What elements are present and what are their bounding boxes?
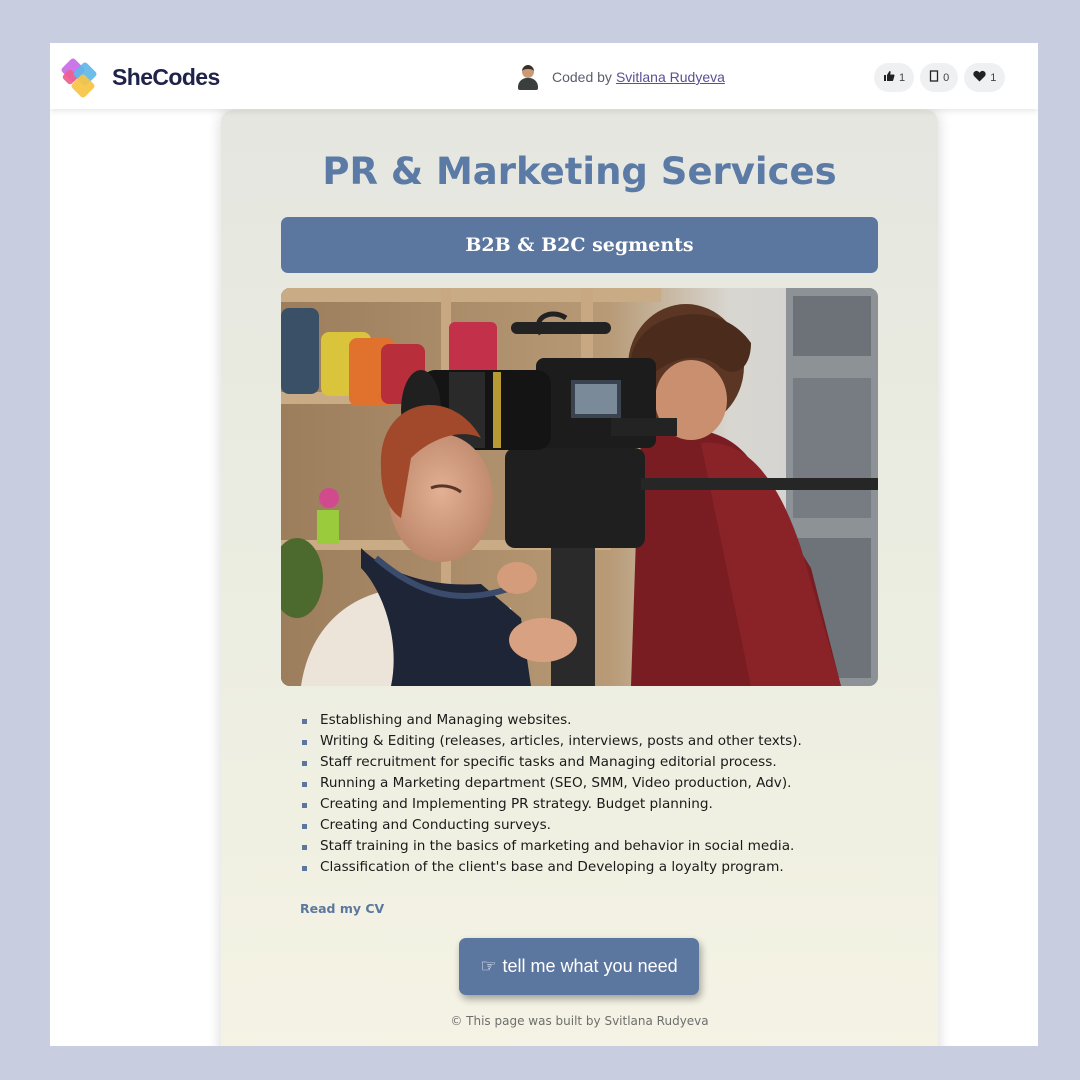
list-item: Writing & Editing (releases, articles, i… bbox=[301, 731, 901, 752]
author-avatar bbox=[516, 64, 540, 90]
read-cv-link[interactable]: Read my CV bbox=[300, 901, 384, 916]
services-list: Establishing and Managing websites. Writ… bbox=[301, 710, 901, 878]
pointing-hand-icon: ☞ bbox=[480, 956, 497, 976]
heart-count: 1 bbox=[990, 71, 997, 84]
like-count: 1 bbox=[899, 71, 906, 84]
coded-by: Coded by Svitlana Rudyeva bbox=[516, 63, 725, 91]
like-button[interactable]: 1 bbox=[874, 63, 915, 92]
contact-button-label: tell me what you need bbox=[502, 956, 678, 976]
coded-by-label: Coded by bbox=[552, 69, 612, 85]
contact-button[interactable]: ☞ tell me what you need bbox=[459, 938, 699, 995]
author-link[interactable]: Svitlana Rudyeva bbox=[616, 69, 725, 85]
list-item: Running a Marketing department (SEO, SMM… bbox=[301, 773, 901, 794]
list-item: Creating and Conducting surveys. bbox=[301, 815, 901, 836]
shecodes-logo-icon bbox=[60, 55, 108, 99]
list-item: Establishing and Managing websites. bbox=[301, 710, 901, 731]
content-card: PR & Marketing Services B2B & B2C segmen… bbox=[221, 110, 938, 1046]
shecodes-logo[interactable]: SheCodes bbox=[60, 55, 250, 99]
stats-group: 1 0 1 bbox=[874, 63, 1006, 92]
thumbs-up-icon bbox=[883, 70, 895, 85]
list-item: Creating and Implementing PR strategy. B… bbox=[301, 794, 901, 815]
heart-button[interactable]: 1 bbox=[964, 63, 1006, 92]
copy-count: 0 bbox=[943, 71, 950, 84]
heart-icon bbox=[973, 70, 986, 85]
footer-credit: © This page was built by Svitlana Rudyev… bbox=[450, 1014, 709, 1028]
browser-frame: SheCodes Coded by Svitlana Rudyeva 1 0 1… bbox=[50, 43, 1038, 1046]
copy-button[interactable]: 0 bbox=[920, 63, 959, 92]
copy-icon bbox=[929, 70, 939, 85]
list-item: Classification of the client's base and … bbox=[301, 857, 901, 878]
top-bar: SheCodes Coded by Svitlana Rudyeva 1 0 1 bbox=[50, 43, 1038, 109]
list-item: Staff recruitment for specific tasks and… bbox=[301, 752, 901, 773]
videographer-photo bbox=[281, 288, 878, 686]
logo-text: SheCodes bbox=[112, 63, 220, 90]
segments-banner: B2B & B2C segments bbox=[281, 217, 878, 273]
list-item: Staff training in the basics of marketin… bbox=[301, 836, 901, 857]
page-title: PR & Marketing Services bbox=[322, 150, 837, 193]
